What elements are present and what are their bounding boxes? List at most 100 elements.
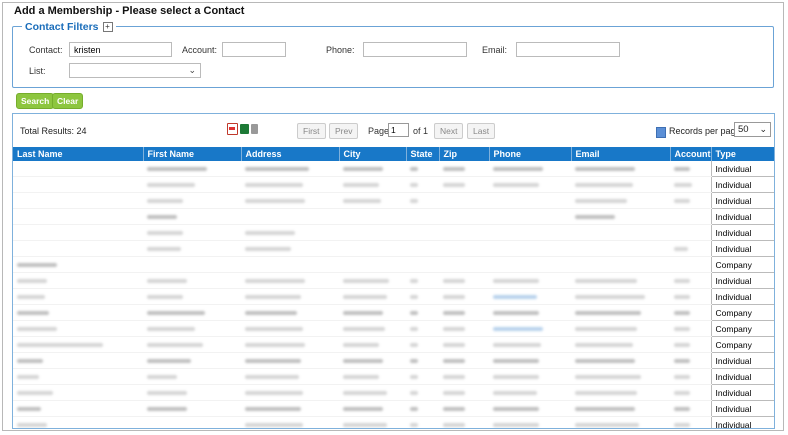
column-header[interactable]: Last Name <box>13 147 144 161</box>
table-cell <box>143 240 241 257</box>
table-cell <box>241 416 339 428</box>
page-number-input[interactable] <box>388 123 409 137</box>
redacted-text <box>245 423 303 428</box>
table-row[interactable]: Individual <box>13 224 774 241</box>
table-row[interactable]: Individual <box>13 161 774 177</box>
table-cell <box>406 161 439 177</box>
chevron-down-icon: ⌄ <box>759 124 767 134</box>
table-cell <box>143 304 241 321</box>
redacted-text <box>245 311 297 316</box>
expand-icon[interactable]: + <box>102 22 113 33</box>
table-cell <box>439 416 489 428</box>
column-header[interactable]: First Name <box>143 147 242 161</box>
table-cell <box>670 352 711 369</box>
redacted-text <box>443 327 465 332</box>
table-cell <box>489 272 571 289</box>
redacted-text <box>493 407 539 412</box>
table-cell <box>241 161 339 177</box>
records-per-page-select[interactable]: 50 ⌄ <box>734 122 771 137</box>
table-cell <box>406 400 439 417</box>
redacted-text <box>17 423 47 428</box>
table-cell <box>439 384 489 401</box>
next-page-button[interactable]: Next <box>434 123 464 139</box>
total-results: Total Results: 24 <box>20 126 87 136</box>
redacted-text <box>575 327 637 332</box>
first-page-button[interactable]: First <box>297 123 326 139</box>
records-per-page-label: Records per page: <box>669 126 744 136</box>
redacted-text <box>493 167 543 172</box>
table-cell <box>489 384 571 401</box>
table-cell <box>406 272 439 289</box>
print-icon[interactable] <box>251 124 258 134</box>
table-cell <box>406 320 439 337</box>
email-input[interactable] <box>516 42 620 57</box>
table-cell <box>143 176 241 193</box>
table-cell <box>339 192 406 209</box>
phone-input[interactable] <box>363 42 467 57</box>
redacted-text <box>410 311 418 316</box>
prev-page-button[interactable]: Prev <box>329 123 359 139</box>
redacted-text <box>674 375 690 380</box>
table-row[interactable]: Individual <box>13 240 774 257</box>
table-cell <box>489 336 571 353</box>
last-page-button[interactable]: Last <box>467 123 496 139</box>
contact-filters-legend[interactable]: Contact Filters + <box>22 21 116 33</box>
redacted-text <box>575 423 639 428</box>
excel-icon[interactable] <box>240 124 249 134</box>
table-cell <box>143 272 241 289</box>
table-cell <box>439 192 489 209</box>
table-row[interactable]: Individual <box>13 416 774 428</box>
table-cell <box>571 416 670 428</box>
account-input[interactable] <box>222 42 286 57</box>
redacted-text <box>245 199 305 204</box>
table-row[interactable]: Individual <box>13 352 774 369</box>
table-row[interactable]: Company <box>13 256 774 273</box>
table-row[interactable]: Individual <box>13 176 774 193</box>
table-row[interactable]: Individual <box>13 272 774 289</box>
table-cell <box>571 384 670 401</box>
column-header[interactable]: Email <box>571 147 671 161</box>
list-select[interactable]: ⌄ <box>69 63 201 78</box>
table-row[interactable]: Company <box>13 320 774 337</box>
redacted-text <box>493 359 539 364</box>
column-header[interactable]: City <box>339 147 407 161</box>
table-cell <box>13 192 143 209</box>
redacted-text <box>674 423 690 428</box>
table-cell <box>406 304 439 321</box>
column-header[interactable]: Zip <box>439 147 490 161</box>
redacted-text <box>575 295 645 300</box>
redacted-text <box>17 391 53 396</box>
table-cell <box>406 336 439 353</box>
table-cell <box>489 304 571 321</box>
table-row[interactable]: Individual <box>13 192 774 209</box>
table-cell <box>13 320 143 337</box>
redacted-text <box>245 327 303 332</box>
pdf-icon[interactable] <box>227 123 238 135</box>
column-header[interactable]: Phone <box>489 147 572 161</box>
column-header[interactable]: Account <box>670 147 712 161</box>
table-row[interactable]: Individual <box>13 288 774 305</box>
table-cell <box>670 304 711 321</box>
redacted-text <box>147 231 183 236</box>
column-header[interactable]: Type <box>711 147 774 161</box>
table-cell <box>489 288 571 305</box>
table-cell <box>489 368 571 385</box>
column-header[interactable]: Address <box>241 147 340 161</box>
contact-input[interactable] <box>69 42 172 57</box>
redacted-text <box>245 359 301 364</box>
table-row[interactable]: Company <box>13 304 774 321</box>
table-cell <box>339 416 406 428</box>
table-row[interactable]: Individual <box>13 368 774 385</box>
table-row[interactable]: Individual <box>13 384 774 401</box>
redacted-text <box>147 359 191 364</box>
clear-button[interactable]: Clear <box>52 93 84 109</box>
column-header[interactable]: State <box>406 147 440 161</box>
table-row[interactable]: Individual <box>13 400 774 417</box>
redacted-text <box>147 279 187 284</box>
table-row[interactable]: Company <box>13 336 774 353</box>
search-button[interactable]: Search <box>16 93 55 109</box>
table-row[interactable]: Individual <box>13 208 774 225</box>
table-cell <box>241 304 339 321</box>
table-cell <box>241 320 339 337</box>
table-cell <box>143 208 241 225</box>
